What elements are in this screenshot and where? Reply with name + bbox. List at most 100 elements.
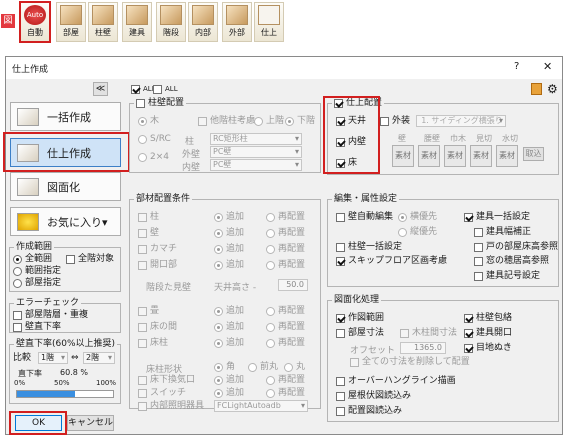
collapse-button[interactable]: ≪ bbox=[93, 82, 108, 96]
range-all[interactable]: 全範囲 bbox=[13, 254, 52, 265]
error-layer-check[interactable]: 部屋階層・重複 bbox=[13, 310, 88, 321]
room-specify[interactable]: 部屋指定 bbox=[13, 278, 61, 289]
siding-select[interactable]: 1. サイディング横張り bbox=[416, 115, 506, 127]
re-place-radio[interactable]: 再配置 bbox=[266, 228, 305, 239]
material-button[interactable]: 素材 bbox=[392, 145, 414, 167]
parts-item-parts.g1-0[interactable]: 柱 bbox=[138, 212, 159, 223]
parts-item-parts.g3-0[interactable]: 床下換気口 bbox=[138, 375, 195, 386]
floor1-select[interactable]: 1階 bbox=[38, 352, 68, 364]
re-place-radio[interactable]: 再配置 bbox=[266, 338, 305, 349]
offset-input[interactable]: 1365.0 bbox=[400, 342, 446, 354]
sakuzu-check[interactable]: 作図範囲 bbox=[336, 313, 384, 324]
toolbar-interior-button[interactable]: 内部 bbox=[188, 2, 218, 42]
book-icon[interactable] bbox=[531, 83, 542, 95]
ikkatsu-button[interactable]: 一括作成 bbox=[10, 102, 121, 131]
all-floor-target[interactable]: 全階対象 bbox=[66, 254, 114, 265]
material-button[interactable]: 素材 bbox=[496, 145, 518, 167]
meji-check[interactable]: 目地ぬき bbox=[464, 343, 512, 354]
add-radio[interactable]: 追加 bbox=[214, 388, 244, 399]
tategu-all-check[interactable]: 建具一括設定 bbox=[464, 212, 530, 223]
add-radio[interactable]: 追加 bbox=[214, 260, 244, 271]
re-place-radio[interactable]: 再配置 bbox=[266, 260, 305, 271]
add-radio[interactable]: 追加 bbox=[214, 375, 244, 386]
light-select[interactable]: FCLightAutoadb bbox=[214, 400, 308, 412]
add-radio[interactable]: 追加 bbox=[214, 306, 244, 317]
toolbar-room-button[interactable]: 部屋 bbox=[56, 2, 86, 42]
pillar-title[interactable]: 柱壁配置 bbox=[134, 98, 187, 109]
maru-radio[interactable]: 丸 bbox=[284, 362, 305, 373]
int-wall-select[interactable]: PC壁 bbox=[210, 159, 302, 171]
close-button[interactable]: ✕ bbox=[543, 60, 552, 73]
interior-icon bbox=[192, 5, 214, 25]
zumenka-button[interactable]: 図面化 bbox=[10, 172, 121, 201]
re-place-radio[interactable]: 再配置 bbox=[266, 388, 305, 399]
material-button[interactable]: 素材 bbox=[470, 145, 492, 167]
add-radio[interactable]: 追加 bbox=[214, 338, 244, 349]
range-specify[interactable]: 範囲指定 bbox=[13, 266, 61, 277]
parts-item-parts.g2-2[interactable]: 床柱 bbox=[138, 338, 168, 349]
toolbar-finish-button[interactable]: 仕上 bbox=[254, 2, 284, 42]
room-dim-check[interactable]: 部屋寸法 bbox=[336, 328, 384, 339]
wood-col-dim-check[interactable]: 木柱間寸法 bbox=[400, 328, 457, 339]
error-ratio-check[interactable]: 壁直下率 bbox=[13, 322, 61, 333]
parts-item-parts.g1-3[interactable]: 開口部 bbox=[138, 260, 177, 271]
parts-item-parts.g2-1[interactable]: 床の間 bbox=[138, 322, 177, 333]
auto-wall-check[interactable]: 壁自動編集 bbox=[336, 212, 393, 223]
tategu-open-check[interactable]: 建具開口 bbox=[464, 328, 512, 339]
delete-dims-check[interactable]: 全ての寸法を削除して配置 bbox=[350, 357, 470, 368]
layout-load-check[interactable]: 配置図読込み bbox=[336, 406, 402, 417]
parts-item-parts.g1-2[interactable]: カマチ bbox=[138, 244, 177, 255]
2x4-radio[interactable]: 2×4 bbox=[138, 152, 169, 163]
col-wrap-check[interactable]: 柱壁包絡 bbox=[464, 313, 512, 324]
toolbar-stair-button[interactable]: 階段 bbox=[156, 2, 186, 42]
toolbar-tategu-button[interactable]: 建具 bbox=[122, 2, 152, 42]
cancel-button[interactable]: キャンセル bbox=[67, 415, 114, 431]
col-select[interactable]: RC矩形柱 bbox=[210, 133, 302, 145]
help-button[interactable]: ? bbox=[514, 61, 519, 72]
material-button[interactable]: 素材 bbox=[444, 145, 466, 167]
tate-radio[interactable]: 縦優先 bbox=[398, 227, 437, 238]
remove-button[interactable]: 取込 bbox=[523, 147, 544, 161]
roof-load-check[interactable]: 屋根伏図読込み bbox=[336, 391, 411, 402]
kaku-radio[interactable]: 角 bbox=[214, 362, 235, 373]
wood-radio[interactable]: 木 bbox=[138, 116, 159, 127]
other-floor-check[interactable]: 他階柱考慮 bbox=[198, 116, 255, 127]
re-place-radio[interactable]: 再配置 bbox=[266, 212, 305, 223]
add-radio[interactable]: 追加 bbox=[214, 212, 244, 223]
material-button[interactable]: 素材 bbox=[418, 145, 440, 167]
re-place-radio[interactable]: 再配置 bbox=[266, 375, 305, 386]
add-radio[interactable]: 追加 bbox=[214, 322, 244, 333]
add-radio[interactable]: 追加 bbox=[214, 244, 244, 255]
skip-floor-check[interactable]: スキップフロア区画考慮 bbox=[336, 256, 447, 267]
ext-wall-select[interactable]: PC壁 bbox=[210, 146, 302, 158]
re-place-radio[interactable]: 再配置 bbox=[266, 306, 305, 317]
parts-item-parts.g2-0[interactable]: 畳 bbox=[138, 306, 159, 317]
ceil-h-input[interactable]: 50.0 bbox=[278, 279, 308, 291]
outwall-check[interactable]: 外装 bbox=[380, 116, 410, 127]
favorites-button[interactable]: お気に入り▾ bbox=[10, 207, 121, 236]
overhang-check[interactable]: オーバーハングライン描画 bbox=[336, 376, 456, 387]
re-place-radio[interactable]: 再配置 bbox=[266, 244, 305, 255]
all-check-tab-1[interactable]: ALL bbox=[131, 84, 156, 95]
parts-item-parts.g1-1[interactable]: 壁 bbox=[138, 228, 159, 239]
src-radio[interactable]: S/RC bbox=[138, 134, 171, 145]
gear-icon[interactable]: ⚙ bbox=[547, 83, 558, 95]
maemaru-radio[interactable]: 前丸 bbox=[248, 362, 278, 373]
down-floor-radio[interactable]: 下階 bbox=[285, 116, 315, 127]
add-radio[interactable]: 追加 bbox=[214, 228, 244, 239]
all-check-tab-2[interactable]: ALL bbox=[153, 84, 178, 95]
up-floor-radio[interactable]: 上階 bbox=[254, 116, 284, 127]
tategu-width-check[interactable]: 建具幅補正 bbox=[474, 227, 531, 238]
toolbar-exterior-button[interactable]: 外部 bbox=[222, 2, 252, 42]
light-check[interactable]: 内部照明器具 bbox=[138, 401, 204, 412]
re-place-radio[interactable]: 再配置 bbox=[266, 322, 305, 333]
toolbar-pillar-button[interactable]: 柱壁 bbox=[88, 2, 118, 42]
floor2-select[interactable]: 2階 bbox=[83, 352, 115, 364]
window-base-check[interactable]: 窓の穂居高参照 bbox=[474, 256, 549, 267]
rate-bar-fill bbox=[17, 391, 76, 397]
tategu-code-check[interactable]: 建具記号設定 bbox=[474, 271, 540, 282]
pillar-wall-all-check[interactable]: 柱壁一括設定 bbox=[336, 242, 402, 253]
parts-item-parts.g3-1[interactable]: スイッチ bbox=[138, 388, 186, 399]
door-floor-check[interactable]: 戸の部屋床高参照 bbox=[474, 242, 558, 253]
yoko-radio[interactable]: 横優先 bbox=[398, 212, 437, 223]
